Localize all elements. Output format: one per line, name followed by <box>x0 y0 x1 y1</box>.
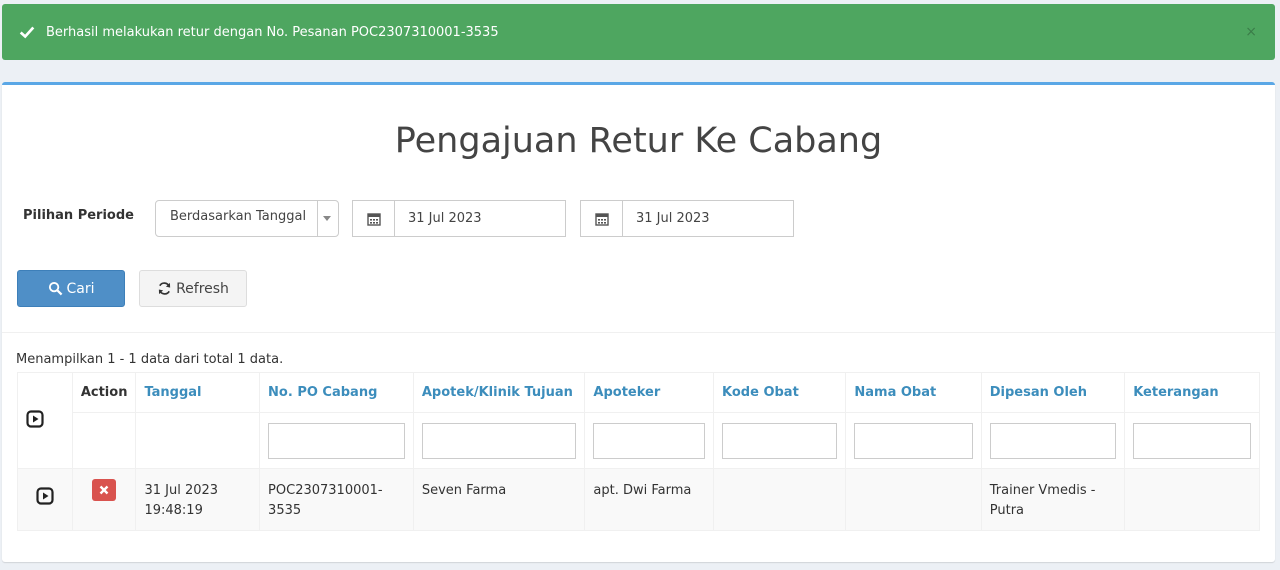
filter-nama-obat-cell <box>845 412 982 469</box>
filter-no-po-cell <box>259 412 414 469</box>
calendar-icon <box>581 201 623 236</box>
cell-dipesan-oleh: Trainer Vmedis - Putra <box>980 468 1126 531</box>
col-apoteker-link[interactable]: Apoteker <box>593 385 660 400</box>
cell-keterangan <box>1124 468 1260 531</box>
filter-dipesan-oleh-input[interactable] <box>989 422 1117 459</box>
check-icon <box>19 26 35 39</box>
col-apotek[interactable]: Apotek/Klinik Tujuan <box>412 372 586 413</box>
cell-kode-obat <box>713 468 847 531</box>
col-dipesan-oleh-link[interactable]: Dipesan Oleh <box>990 385 1087 400</box>
cell-nama-obat <box>845 468 982 531</box>
col-tanggal[interactable]: Tanggal <box>135 372 261 413</box>
col-keterangan[interactable]: Keterangan <box>1124 372 1260 413</box>
date-from-value: 31 Jul 2023 <box>408 211 482 226</box>
col-no-po-link[interactable]: No. PO Cabang <box>268 385 377 400</box>
cell-tanggal: 31 Jul 2023 19:48:19 <box>135 468 261 531</box>
col-nama-obat-link[interactable]: Nama Obat <box>854 385 936 400</box>
col-keterangan-link[interactable]: Keterangan <box>1133 385 1218 400</box>
col-kode-obat[interactable]: Kode Obat <box>713 372 847 413</box>
expand-icon[interactable] <box>36 487 54 505</box>
search-button-label: Cari <box>66 280 95 297</box>
cell-apoteker: apt. Dwi Farma <box>584 468 715 531</box>
search-button[interactable]: Cari <box>17 270 125 307</box>
period-select[interactable]: Berdasarkan Tanggal <box>155 200 339 237</box>
delete-button[interactable] <box>92 479 117 501</box>
col-apoteker[interactable]: Apoteker <box>584 372 715 413</box>
col-no-po[interactable]: No. PO Cabang <box>259 372 414 413</box>
filter-apoteker-cell <box>584 412 715 469</box>
filter-tanggal-empty <box>135 412 261 469</box>
col-kode-obat-link[interactable]: Kode Obat <box>722 385 799 400</box>
alert-message: Berhasil melakukan retur dengan No. Pesa… <box>46 24 499 40</box>
row-action-cell <box>71 468 137 531</box>
refresh-button-label: Refresh <box>176 280 229 297</box>
filter-dipesan-oleh-cell <box>980 412 1126 469</box>
period-label: Pilihan Periode <box>23 208 134 223</box>
col-nama-obat[interactable]: Nama Obat <box>845 372 982 413</box>
col-apotek-link[interactable]: Apotek/Klinik Tujuan <box>422 385 573 400</box>
col-action: Action <box>71 372 137 413</box>
select-separator <box>317 201 318 236</box>
cell-apotek: Seven Farma <box>412 468 586 531</box>
date-from-field[interactable]: 31 Jul 2023 <box>352 200 566 237</box>
filter-nama-obat-input[interactable] <box>854 422 973 459</box>
date-to-value: 31 Jul 2023 <box>636 211 710 226</box>
close-icon[interactable]: × <box>1245 24 1257 40</box>
divider <box>2 332 1275 333</box>
filter-action-empty <box>71 412 137 469</box>
expand-all-cell <box>17 372 73 469</box>
cell-no-po: POC2307310001-3535 <box>259 468 414 531</box>
filter-keterangan-input[interactable] <box>1133 422 1251 459</box>
refresh-icon <box>158 282 171 295</box>
refresh-button[interactable]: Refresh <box>139 270 247 307</box>
retur-table: Action Tanggal No. PO Cabang Apotek/Klin… <box>17 372 1260 531</box>
row-expand-cell <box>17 468 73 531</box>
col-dipesan-oleh[interactable]: Dipesan Oleh <box>980 372 1126 413</box>
search-icon <box>48 281 62 296</box>
summary-text: Menampilkan 1 - 1 data dari total 1 data… <box>16 352 284 367</box>
col-tanggal-link[interactable]: Tanggal <box>144 385 201 400</box>
filter-keterangan-cell <box>1124 412 1260 469</box>
page-title: Pengajuan Retur Ke Cabang <box>394 121 883 161</box>
date-to-field[interactable]: 31 Jul 2023 <box>580 200 794 237</box>
calendar-icon <box>353 201 395 236</box>
filter-kode-obat-input[interactable] <box>722 422 838 459</box>
success-alert: Berhasil melakukan retur dengan No. Pesa… <box>2 4 1275 60</box>
chevron-down-icon <box>323 216 331 221</box>
expand-icon[interactable] <box>26 409 44 428</box>
filter-apoteker-input[interactable] <box>593 422 706 459</box>
table-row: 31 Jul 2023 19:48:19 POC2307310001-3535 … <box>17 468 1260 531</box>
filter-kode-obat-cell <box>713 412 847 469</box>
filter-apotek-input[interactable] <box>421 422 577 459</box>
close-icon <box>99 485 109 495</box>
content-box: Pengajuan Retur Ke Cabang Pilihan Period… <box>2 82 1275 562</box>
filter-no-po-input[interactable] <box>268 422 405 459</box>
filter-apotek-cell <box>412 412 586 469</box>
period-select-value: Berdasarkan Tanggal <box>170 209 307 224</box>
